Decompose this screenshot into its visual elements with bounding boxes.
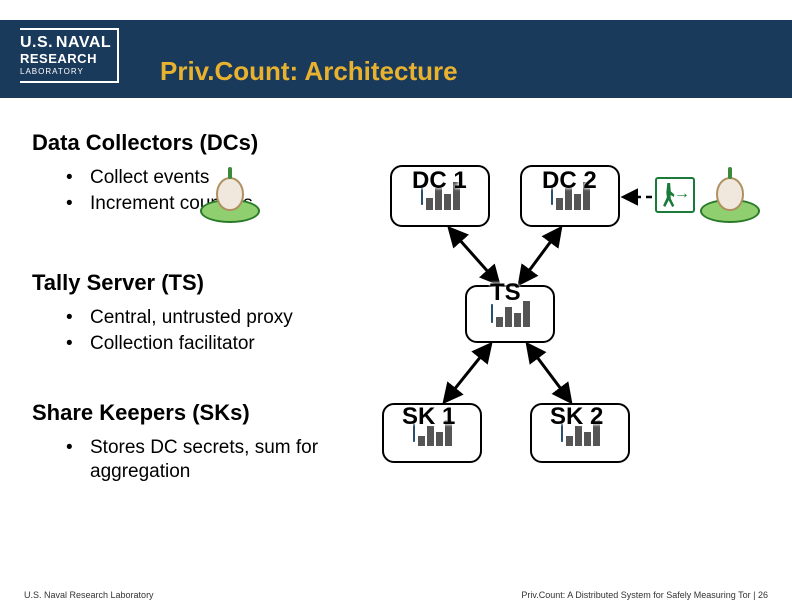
node-label-sk2: SK 2 [550, 403, 603, 431]
bullet-list: •Central, untrusted proxy •Collection fa… [62, 306, 412, 356]
bullet-item: •Stores DC secrets, sum for aggregation [62, 436, 412, 484]
nrl-logo: U.S. NAVAL RESEARCH LABORATORY [20, 28, 119, 83]
server-icon [491, 305, 493, 323]
logo-text: LABORATORY [20, 67, 84, 76]
page-number: 26 [758, 590, 768, 600]
footer-right: Priv.Count: A Distributed System for Saf… [521, 590, 768, 600]
bullet-text: Collect events [90, 166, 209, 190]
header: U.S. NAVAL RESEARCH LABORATORY Priv.Coun… [0, 0, 792, 100]
section-title: Share Keepers (SKs) [32, 400, 412, 426]
section-title: Tally Server (TS) [32, 270, 412, 296]
logo-text: U.S. [20, 34, 53, 51]
logo-text: RESEARCH [20, 51, 97, 66]
section-tally-server: Tally Server (TS) •Central, untrusted pr… [32, 270, 412, 380]
bullet-text: Central, untrusted proxy [90, 306, 293, 330]
node-label-ts: TS [490, 279, 521, 307]
section-title: Data Collectors (DCs) [32, 130, 392, 156]
footer-left: U.S. Naval Research Laboratory [24, 590, 154, 600]
onion-relay-icon [200, 173, 260, 223]
node-label-sk1: SK 1 [402, 403, 455, 431]
footer-text: Priv.Count: A Distributed System for Saf… [521, 590, 758, 600]
bullet-text: Collection facilitator [90, 332, 255, 356]
bullet-item: •Central, untrusted proxy [62, 306, 412, 330]
logo-text: NAVAL [56, 34, 111, 51]
node-label-dc2: DC 2 [542, 167, 597, 195]
node-label-dc1: DC 1 [412, 167, 467, 195]
section-share-keepers: Share Keepers (SKs) •Stores DC secrets, … [32, 400, 412, 508]
architecture-diagram: DC 1 DC 2 TS SK 1 SK 2 [390, 155, 780, 485]
slide-title: Priv.Count: Architecture [160, 56, 458, 87]
onion-relay-icon [700, 173, 760, 223]
bullet-list: •Stores DC secrets, sum for aggregation [62, 436, 412, 484]
bullet-item: •Collection facilitator [62, 332, 412, 356]
exit-relay-icon [655, 177, 695, 213]
bullet-text: Stores DC secrets, sum for aggregation [90, 436, 412, 484]
